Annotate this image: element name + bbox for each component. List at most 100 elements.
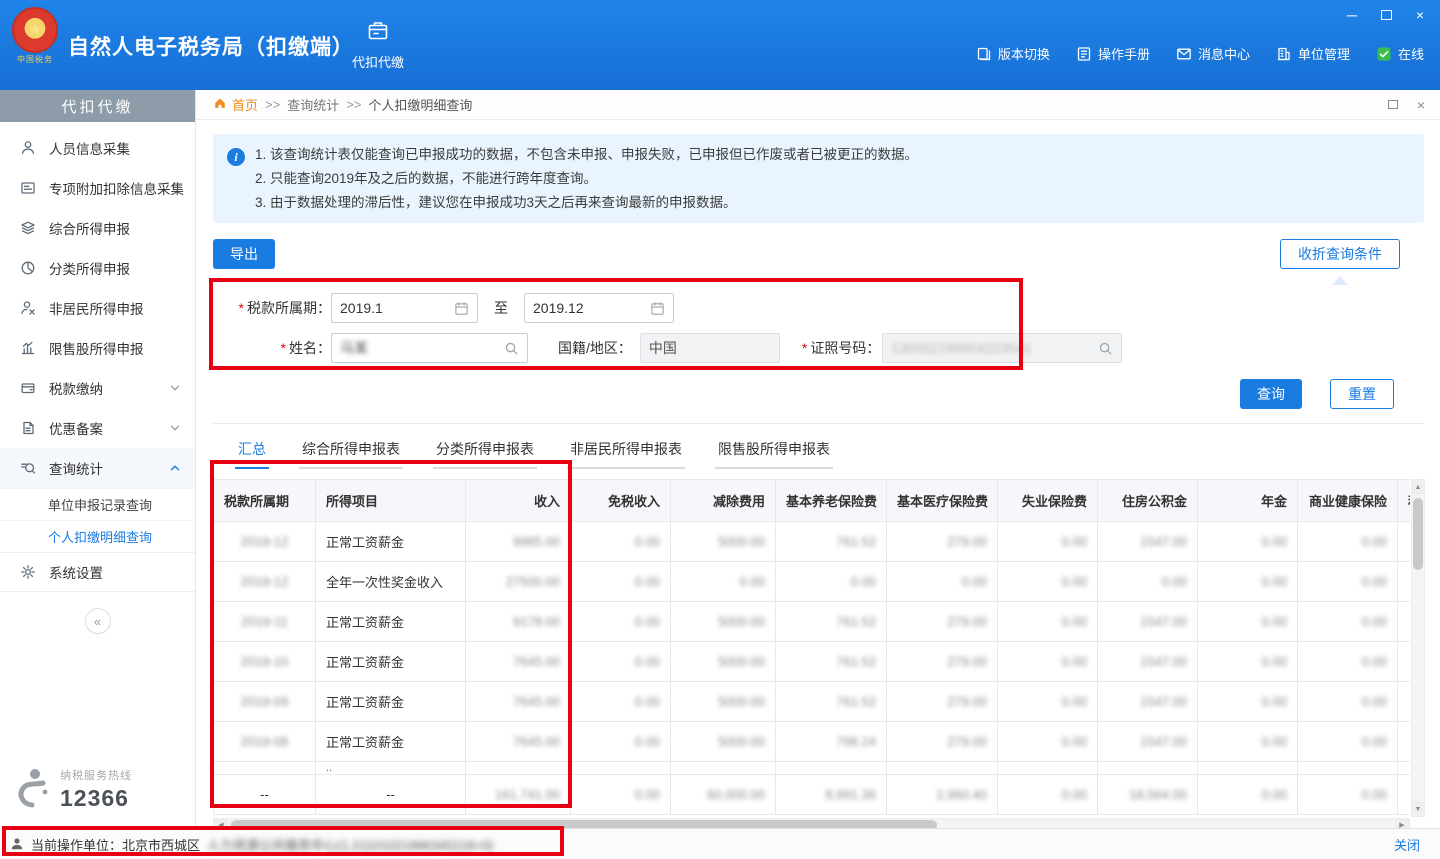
cell-housing-fund: 1547.00 bbox=[1098, 522, 1198, 562]
tab-summary[interactable]: 汇总 bbox=[235, 433, 269, 469]
col-header-income: 收入 bbox=[466, 480, 571, 522]
online-status[interactable]: 在线 bbox=[1376, 44, 1424, 63]
period-to-input[interactable]: 2019.12 bbox=[524, 293, 674, 323]
cell-taxfree: 0.00 bbox=[571, 602, 671, 642]
cell-annuity: 0.00 bbox=[1198, 722, 1298, 762]
close-icon[interactable]: × bbox=[1412, 7, 1428, 23]
scroll-down-icon[interactable]: ▼ bbox=[1412, 802, 1424, 816]
org-manage-button[interactable]: 单位管理 bbox=[1276, 44, 1350, 63]
gear-icon bbox=[20, 564, 36, 580]
maximize-icon[interactable] bbox=[1378, 7, 1394, 23]
sidebar-item-comprehensive-income[interactable]: 综合所得申报 bbox=[0, 208, 195, 248]
cell-deduction: 0.00 bbox=[671, 562, 776, 602]
horizontal-scrollbar[interactable]: ◀ ▶ bbox=[213, 818, 1410, 828]
sidebar-subitem-unit-declaration-query[interactable]: 单位申报记录查询 bbox=[0, 488, 195, 520]
hotline-number: 12366 bbox=[60, 785, 132, 812]
content-area: i 1. 该查询统计表仅能查询已申报成功的数据，不包含未申报、申报失败，已申报但… bbox=[196, 120, 1440, 828]
form-icon bbox=[20, 180, 36, 196]
col-header-deduction: 减除费用 bbox=[671, 480, 776, 522]
reset-button[interactable]: 重置 bbox=[1330, 379, 1394, 409]
sidebar-collapse-button[interactable]: « bbox=[85, 608, 111, 634]
cell-annuity: 0.00 bbox=[1198, 562, 1298, 602]
minimize-icon[interactable]: ─ bbox=[1344, 7, 1360, 23]
cell-income: 27500.00 bbox=[466, 562, 571, 602]
sidebar-item-special-deduction[interactable]: 专项附加扣除信息采集 bbox=[0, 168, 195, 208]
sidebar-subitem-personal-withholding-detail-query[interactable]: 个人扣缴明细查询 bbox=[0, 520, 195, 552]
sidebar-item-classified-income[interactable]: 分类所得申报 bbox=[0, 248, 195, 288]
scroll-up-icon[interactable]: ▲ bbox=[1412, 480, 1424, 494]
cell-clipped bbox=[1398, 642, 1411, 682]
horizontal-scroll-thumb[interactable] bbox=[231, 820, 937, 828]
cell-period: 2019-09 bbox=[214, 682, 316, 722]
breadcrumb-home[interactable]: 首页 bbox=[213, 95, 258, 114]
cell-income-item: 正常工资薪金 bbox=[316, 602, 466, 642]
sidebar-item-label: 分类所得申报 bbox=[49, 258, 130, 278]
cell-pension: 0.00 bbox=[776, 562, 887, 602]
table-row[interactable]: 2019-12 全年一次性奖金收入 27500.00 0.00 0.00 0.0… bbox=[214, 562, 1411, 602]
close-link[interactable]: 关闭 bbox=[1394, 835, 1420, 854]
sidebar-subitem-label: 个人扣缴明细查询 bbox=[48, 527, 152, 546]
cell-medical: 279.00 bbox=[887, 722, 998, 762]
calendar-icon[interactable] bbox=[650, 301, 665, 316]
tab-comprehensive-income[interactable]: 综合所得申报表 bbox=[299, 433, 403, 469]
withholding-card-icon bbox=[366, 19, 390, 46]
collapse-icon: « bbox=[94, 614, 101, 629]
mail-icon bbox=[1176, 46, 1192, 62]
manual-label: 操作手册 bbox=[1098, 44, 1150, 63]
panel-close-icon[interactable]: × bbox=[1414, 98, 1428, 112]
sidebar-item-system-settings[interactable]: 系统设置 bbox=[0, 552, 195, 592]
breadcrumb-level1[interactable]: 查询统计 bbox=[287, 95, 339, 114]
scroll-right-icon[interactable]: ▶ bbox=[1395, 819, 1409, 828]
sidebar-item-nonresident-income[interactable]: 非居民所得申报 bbox=[0, 288, 195, 328]
table-row[interactable]: 2019-11 正常工资薪金 9178.00 0.00 5000.00 761.… bbox=[214, 602, 1411, 642]
status-bar: 当前操作单位：北京市西城区 人力资源公共服务中心(1,2110102199634… bbox=[0, 828, 1440, 859]
cell-taxfree: 0.00 bbox=[571, 522, 671, 562]
search-icon[interactable] bbox=[504, 341, 519, 356]
notice-line: 1. 该查询统计表仅能查询已申报成功的数据，不包含未申报、申报失败，已申报但已作… bbox=[255, 146, 918, 163]
calendar-icon[interactable] bbox=[454, 301, 469, 316]
sidebar-subitem-label: 单位申报记录查询 bbox=[48, 495, 152, 514]
tab-classified-income[interactable]: 分类所得申报表 bbox=[433, 433, 537, 469]
tax-bureau-logo: ★ 中国税务 bbox=[8, 7, 62, 65]
table-row[interactable]: 2019-08 正常工资薪金 7645.00 0.00 5000.00 798.… bbox=[214, 722, 1411, 762]
col-header-clipped: 税 bbox=[1398, 480, 1411, 522]
vertical-scrollbar[interactable]: ▲ ▼ bbox=[1411, 479, 1425, 817]
table-partial-row: .. bbox=[214, 762, 1411, 775]
id-number-input[interactable]: 130552199904223541 bbox=[882, 333, 1122, 363]
period-from-input[interactable]: 2019.1 bbox=[331, 293, 478, 323]
query-button[interactable]: 查询 bbox=[1240, 379, 1302, 409]
export-button[interactable]: 导出 bbox=[213, 239, 275, 269]
cell-income: 7645.00 bbox=[466, 682, 571, 722]
vertical-scroll-thumb[interactable] bbox=[1413, 498, 1423, 570]
region-input[interactable]: 中国 bbox=[640, 333, 780, 363]
sidebar-item-personnel-info[interactable]: 人员信息采集 bbox=[0, 128, 195, 168]
tab-nonresident-income[interactable]: 非居民所得申报表 bbox=[567, 433, 685, 469]
cell-taxfree: 0.00 bbox=[571, 682, 671, 722]
message-center-button[interactable]: 消息中心 bbox=[1176, 44, 1250, 63]
tab-withholding-module[interactable]: 代扣代缴 bbox=[352, 19, 404, 71]
cell-unemployment: 0.00 bbox=[998, 682, 1098, 722]
sidebar-item-query-statistics[interactable]: 查询统计 bbox=[0, 448, 195, 488]
name-input[interactable]: 马某 bbox=[331, 333, 528, 363]
sidebar-item-preferential-filing[interactable]: 优惠备案 bbox=[0, 408, 195, 448]
sidebar-header: 代扣代缴 bbox=[0, 90, 195, 122]
scroll-left-icon[interactable]: ◀ bbox=[214, 819, 228, 828]
cell-period: 2019-11 bbox=[214, 602, 316, 642]
cell-housing-fund: 1547.00 bbox=[1098, 682, 1198, 722]
collapse-caret-icon bbox=[1332, 276, 1348, 285]
table-row[interactable]: 2019-09 正常工资薪金 7645.00 0.00 5000.00 761.… bbox=[214, 682, 1411, 722]
sidebar-item-restricted-shares[interactable]: 限售股所得申报 bbox=[0, 328, 195, 368]
search-icon[interactable] bbox=[1098, 341, 1113, 356]
collapse-query-button[interactable]: 收折查询条件 bbox=[1280, 239, 1400, 269]
panel-restore-icon[interactable] bbox=[1386, 98, 1400, 112]
breadcrumb-home-label: 首页 bbox=[232, 95, 258, 114]
info-icon: i bbox=[227, 148, 245, 166]
cell-unemployment: 0.00 bbox=[998, 522, 1098, 562]
sidebar-item-tax-payment[interactable]: 税款缴纳 bbox=[0, 368, 195, 408]
tab-restricted-shares[interactable]: 限售股所得申报表 bbox=[715, 433, 833, 469]
table-row[interactable]: 2019-12 正常工资薪金 9985.00 0.00 5000.00 761.… bbox=[214, 522, 1411, 562]
sidebar-item-label: 人员信息采集 bbox=[49, 138, 130, 158]
manual-button[interactable]: 操作手册 bbox=[1076, 44, 1150, 63]
table-row[interactable]: 2019-10 正常工资薪金 7645.00 0.00 5000.00 761.… bbox=[214, 642, 1411, 682]
version-switch-button[interactable]: 版本切换 bbox=[976, 44, 1050, 63]
